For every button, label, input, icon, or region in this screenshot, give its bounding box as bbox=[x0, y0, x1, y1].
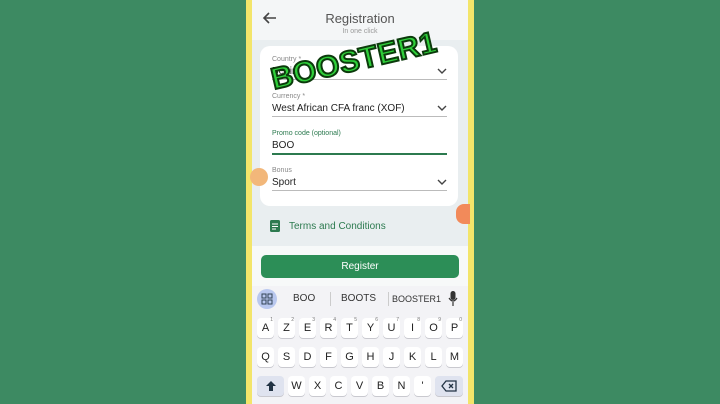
key-label: Z bbox=[283, 322, 290, 334]
key-y[interactable]: Y6 bbox=[362, 317, 379, 338]
key-label: E bbox=[303, 322, 312, 334]
bonus-label: Bonus bbox=[272, 167, 292, 174]
key-label: I bbox=[410, 322, 415, 334]
key-w[interactable]: W bbox=[288, 376, 305, 396]
terms-and-conditions-link[interactable]: Terms and Conditions bbox=[268, 218, 458, 238]
floating-edit-bubble[interactable] bbox=[250, 168, 268, 186]
page-subtitle: In one click bbox=[342, 28, 378, 35]
backspace-icon bbox=[441, 380, 457, 392]
divider bbox=[330, 292, 331, 306]
document-icon bbox=[270, 220, 280, 232]
shift-key[interactable] bbox=[257, 376, 284, 396]
key-hint: 1 bbox=[270, 317, 273, 323]
key-hint: 3 bbox=[312, 317, 315, 323]
key-hint: 0 bbox=[459, 317, 462, 323]
key-m[interactable]: M bbox=[446, 347, 463, 367]
key-c[interactable]: C bbox=[330, 376, 347, 396]
chevron-down-icon bbox=[437, 179, 447, 185]
key-label: A bbox=[261, 322, 270, 334]
key-q[interactable]: Q bbox=[257, 347, 274, 367]
key-hint: 8 bbox=[417, 317, 420, 323]
terms-label: Terms and Conditions bbox=[289, 221, 386, 232]
promo-code-input[interactable]: Promo code (optional) BOO bbox=[272, 130, 447, 155]
key-i[interactable]: I8 bbox=[404, 317, 421, 338]
key-o[interactable]: O9 bbox=[425, 317, 442, 338]
key-g[interactable]: G bbox=[341, 347, 358, 367]
field-underline bbox=[272, 153, 447, 155]
divider bbox=[388, 292, 389, 306]
bonus-value: Sport bbox=[272, 177, 296, 188]
key-label: O bbox=[429, 322, 438, 334]
key-t[interactable]: T5 bbox=[341, 317, 358, 338]
on-screen-keyboard: A1 Z2 E3 R4 T5 Y6 U7 I8 O9 P0 Q S D F G … bbox=[252, 312, 468, 404]
key-h[interactable]: H bbox=[362, 347, 379, 367]
floating-chat-bubble[interactable] bbox=[456, 204, 470, 224]
key-hint: 9 bbox=[438, 317, 441, 323]
register-button[interactable]: Register bbox=[261, 255, 459, 278]
key-z[interactable]: Z2 bbox=[278, 317, 295, 338]
key-l[interactable]: L bbox=[425, 347, 442, 367]
key-x[interactable]: X bbox=[309, 376, 326, 396]
key-v[interactable]: V bbox=[351, 376, 368, 396]
field-underline bbox=[272, 190, 447, 191]
backspace-key[interactable] bbox=[435, 376, 463, 396]
key-r[interactable]: R4 bbox=[320, 317, 337, 338]
key-d[interactable]: D bbox=[299, 347, 316, 367]
suggestion-2[interactable]: BOOTS bbox=[341, 293, 376, 304]
keyboard-suggestion-bar: BOO BOOTS BOOSTER1 bbox=[252, 286, 468, 312]
key-apostrophe[interactable]: ' bbox=[414, 376, 431, 396]
key-u[interactable]: U7 bbox=[383, 317, 400, 338]
key-e[interactable]: E3 bbox=[299, 317, 316, 338]
chevron-down-icon bbox=[437, 105, 447, 111]
right-border-bar bbox=[468, 0, 474, 404]
apps-grid-icon[interactable] bbox=[257, 289, 277, 309]
shift-icon bbox=[265, 381, 276, 391]
key-hint: 6 bbox=[375, 317, 378, 323]
key-hint: 2 bbox=[291, 317, 294, 323]
key-label: U bbox=[387, 322, 396, 334]
key-f[interactable]: F bbox=[320, 347, 337, 367]
microphone-icon[interactable] bbox=[448, 291, 458, 306]
registration-header: Registration In one click bbox=[252, 0, 468, 40]
key-p[interactable]: P0 bbox=[446, 317, 463, 338]
currency-value: West African CFA franc (XOF) bbox=[272, 103, 405, 114]
key-hint: 4 bbox=[333, 317, 336, 323]
key-n[interactable]: N bbox=[393, 376, 410, 396]
currency-select[interactable]: Currency * West African CFA franc (XOF) bbox=[272, 93, 447, 117]
register-bar: Register bbox=[252, 246, 468, 286]
key-label: R bbox=[324, 322, 333, 334]
key-label: P bbox=[450, 322, 459, 334]
promo-code-value: BOO bbox=[272, 140, 295, 151]
promo-code-label: Promo code (optional) bbox=[272, 130, 341, 137]
key-label: T bbox=[346, 322, 353, 334]
key-a[interactable]: A1 bbox=[257, 317, 274, 338]
currency-label: Currency * bbox=[272, 93, 306, 100]
bonus-select[interactable]: Bonus Sport bbox=[272, 167, 447, 191]
suggestion-1[interactable]: BOO bbox=[293, 293, 315, 304]
key-hint: 7 bbox=[396, 317, 399, 323]
key-s[interactable]: S bbox=[278, 347, 295, 367]
key-label: Y bbox=[366, 322, 375, 334]
suggestion-3[interactable]: BOOSTER1 bbox=[392, 294, 441, 304]
key-j[interactable]: J bbox=[383, 347, 400, 367]
key-hint: 5 bbox=[354, 317, 357, 323]
field-underline bbox=[272, 116, 447, 117]
key-b[interactable]: B bbox=[372, 376, 389, 396]
chevron-down-icon bbox=[437, 68, 447, 74]
page-title: Registration bbox=[325, 11, 395, 26]
key-k[interactable]: K bbox=[404, 347, 421, 367]
